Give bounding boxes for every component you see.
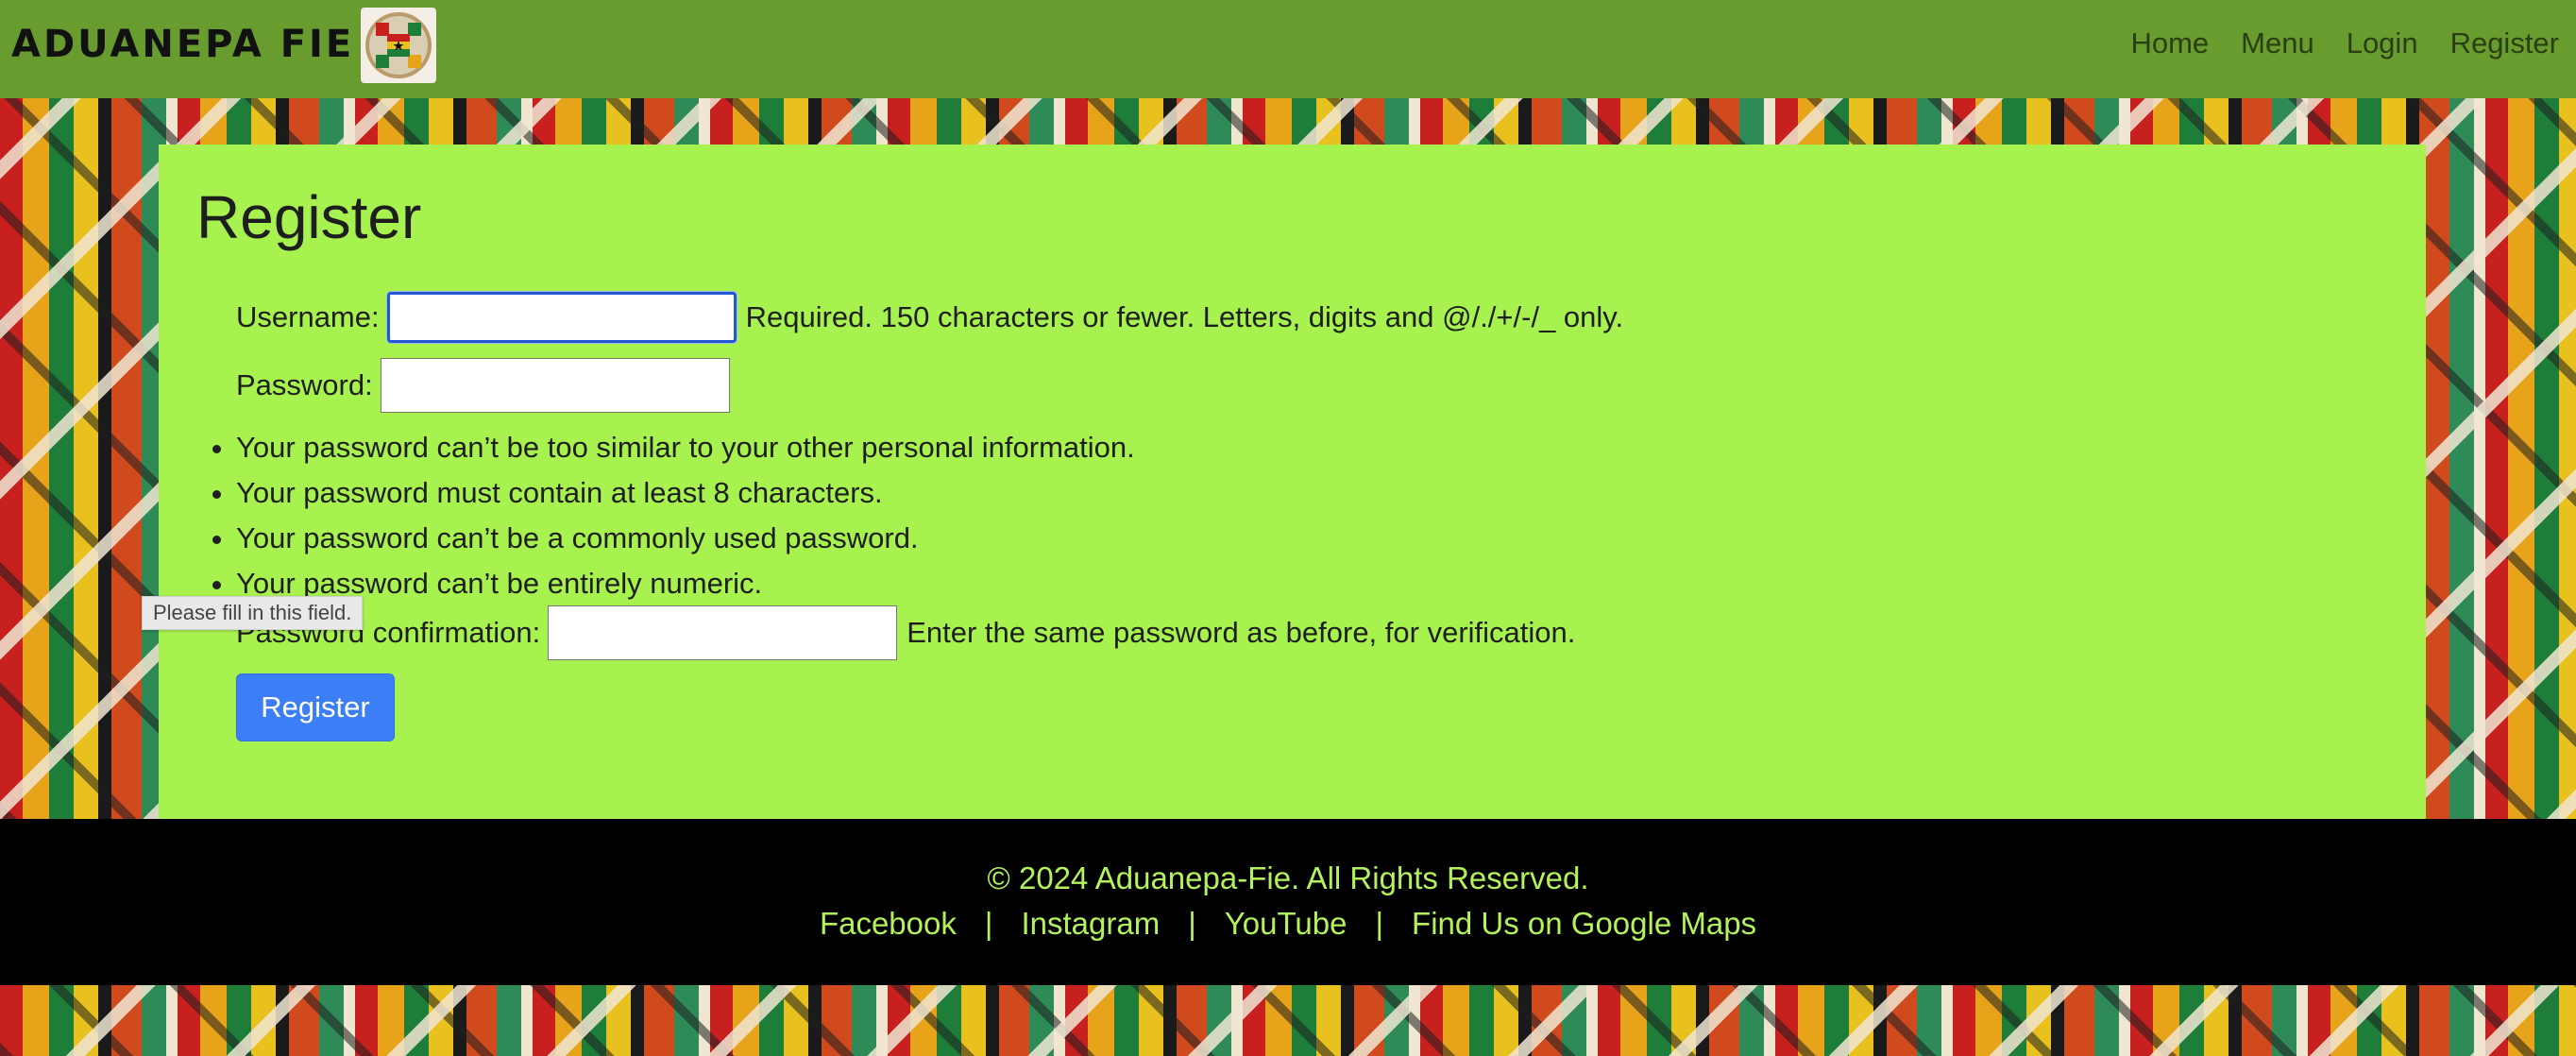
validation-tooltip: Please fill in this field. bbox=[142, 596, 364, 630]
password-label: Password: bbox=[236, 368, 373, 401]
username-row: Username: Required. 150 characters or fe… bbox=[236, 292, 1623, 343]
nav-login-link[interactable]: Login bbox=[2330, 26, 2434, 60]
separator: | bbox=[1375, 906, 1384, 941]
page-title: Register bbox=[196, 183, 422, 251]
password-rules-list: Your password can’t be too similar to yo… bbox=[198, 425, 1135, 606]
register-card: Register Username: Required. 150 charact… bbox=[159, 145, 2426, 819]
social-links: Facebook | Instagram | YouTube | Find Us… bbox=[0, 906, 2576, 942]
facebook-link[interactable]: Facebook bbox=[820, 906, 957, 942]
password-input[interactable] bbox=[380, 358, 730, 413]
password-rule: Your password can’t be entirely numeric. bbox=[236, 561, 1135, 606]
password-confirm-help-text: Enter the same password as before, for v… bbox=[907, 616, 1576, 649]
youtube-link[interactable]: YouTube bbox=[1225, 906, 1347, 942]
google-maps-link[interactable]: Find Us on Google Maps bbox=[1412, 906, 1756, 942]
password-confirm-input[interactable] bbox=[548, 605, 898, 660]
password-rule: Your password must contain at least 8 ch… bbox=[236, 470, 1135, 516]
nav-home-link[interactable]: Home bbox=[2114, 26, 2225, 60]
password-confirm-row: Password confirmation: Enter the same pa… bbox=[236, 605, 1575, 660]
logo-emblem-icon bbox=[365, 12, 432, 78]
navbar: ADUANEPA FIE Home Menu Login Register bbox=[0, 0, 2576, 98]
separator: | bbox=[984, 906, 993, 941]
instagram-link[interactable]: Instagram bbox=[1021, 906, 1160, 942]
footer: © 2024 Aduanepa-Fie. All Rights Reserved… bbox=[0, 819, 2576, 985]
separator: | bbox=[1188, 906, 1196, 941]
username-help-text: Required. 150 characters or fewer. Lette… bbox=[745, 300, 1624, 333]
username-label: Username: bbox=[236, 300, 380, 333]
nav-menu-link[interactable]: Menu bbox=[2225, 26, 2330, 60]
password-row: Password: bbox=[236, 358, 730, 413]
username-input[interactable] bbox=[386, 292, 737, 343]
copyright-text: © 2024 Aduanepa-Fie. All Rights Reserved… bbox=[987, 860, 1589, 895]
password-rule: Your password can’t be too similar to yo… bbox=[236, 425, 1135, 470]
site-logo[interactable] bbox=[361, 8, 436, 83]
nav-links: Home Menu Login Register bbox=[2114, 26, 2567, 60]
nav-register-link[interactable]: Register bbox=[2434, 26, 2567, 60]
register-submit-button[interactable]: Register bbox=[236, 673, 395, 741]
brand-name[interactable]: ADUANEPA FIE bbox=[11, 23, 354, 66]
password-rule: Your password can’t be a commonly used p… bbox=[236, 516, 1135, 561]
